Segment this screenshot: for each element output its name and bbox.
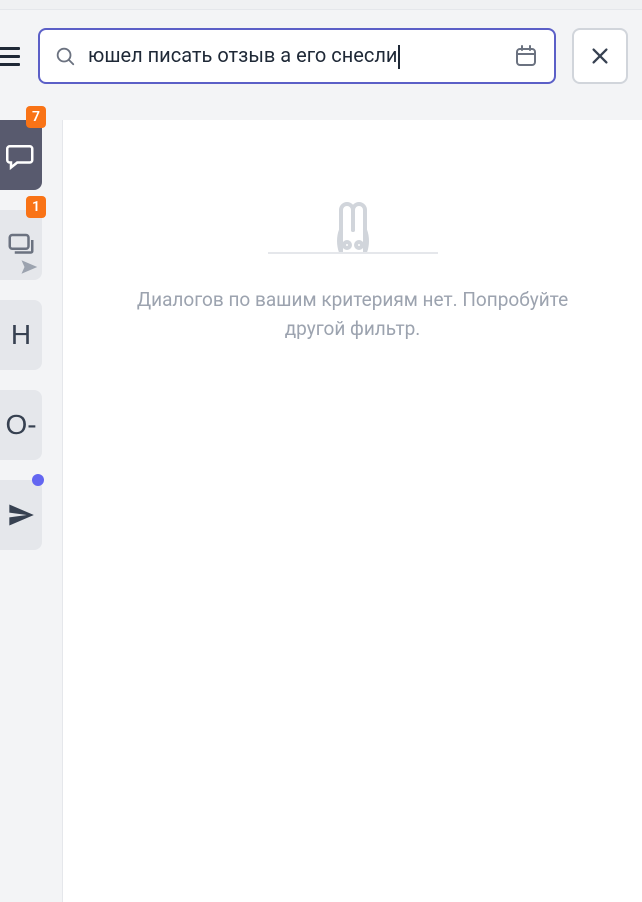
sidebar-item-chats-stack[interactable]: 1	[0, 210, 42, 280]
sidebar-item-letter-h[interactable]: Н	[0, 300, 42, 370]
chat-icon	[6, 140, 36, 170]
menu-button[interactable]	[0, 42, 22, 70]
search-input-text: юшел писать отзыв а его снесли	[88, 43, 397, 67]
calendar-button[interactable]	[512, 42, 540, 70]
search-icon	[54, 45, 76, 67]
send-mini-icon	[20, 258, 38, 276]
empty-state-illustration	[268, 192, 438, 254]
titlebar-strip	[0, 0, 642, 10]
sidebar-item-letter-o[interactable]: О-	[0, 390, 42, 460]
search-field[interactable]: юшел писать отзыв а его снесли	[38, 28, 556, 84]
search-input[interactable]: юшел писать отзыв а его снесли	[88, 43, 500, 69]
empty-state-message: Диалогов по вашим критериям нет. Попробу…	[93, 286, 613, 343]
chats-stack-icon	[6, 230, 36, 260]
results-panel: Диалогов по вашим критериям нет. Попробу…	[62, 120, 642, 902]
rabbit-icon	[321, 192, 385, 252]
sidebar: 7 1 Н О-	[0, 120, 42, 570]
status-indicator	[32, 474, 44, 486]
sidebar-item-chat[interactable]: 7	[0, 120, 42, 190]
badge: 7	[26, 106, 46, 128]
header: юшел писать отзыв а его снесли	[0, 28, 628, 84]
badge: 1	[26, 196, 46, 218]
sidebar-item-send[interactable]	[0, 480, 42, 550]
calendar-icon	[514, 44, 538, 68]
close-button[interactable]	[572, 28, 628, 84]
close-icon	[589, 45, 611, 67]
tile-label: О-	[5, 409, 36, 441]
send-icon	[7, 501, 35, 529]
tile-label: Н	[11, 319, 31, 351]
text-caret	[398, 45, 400, 69]
